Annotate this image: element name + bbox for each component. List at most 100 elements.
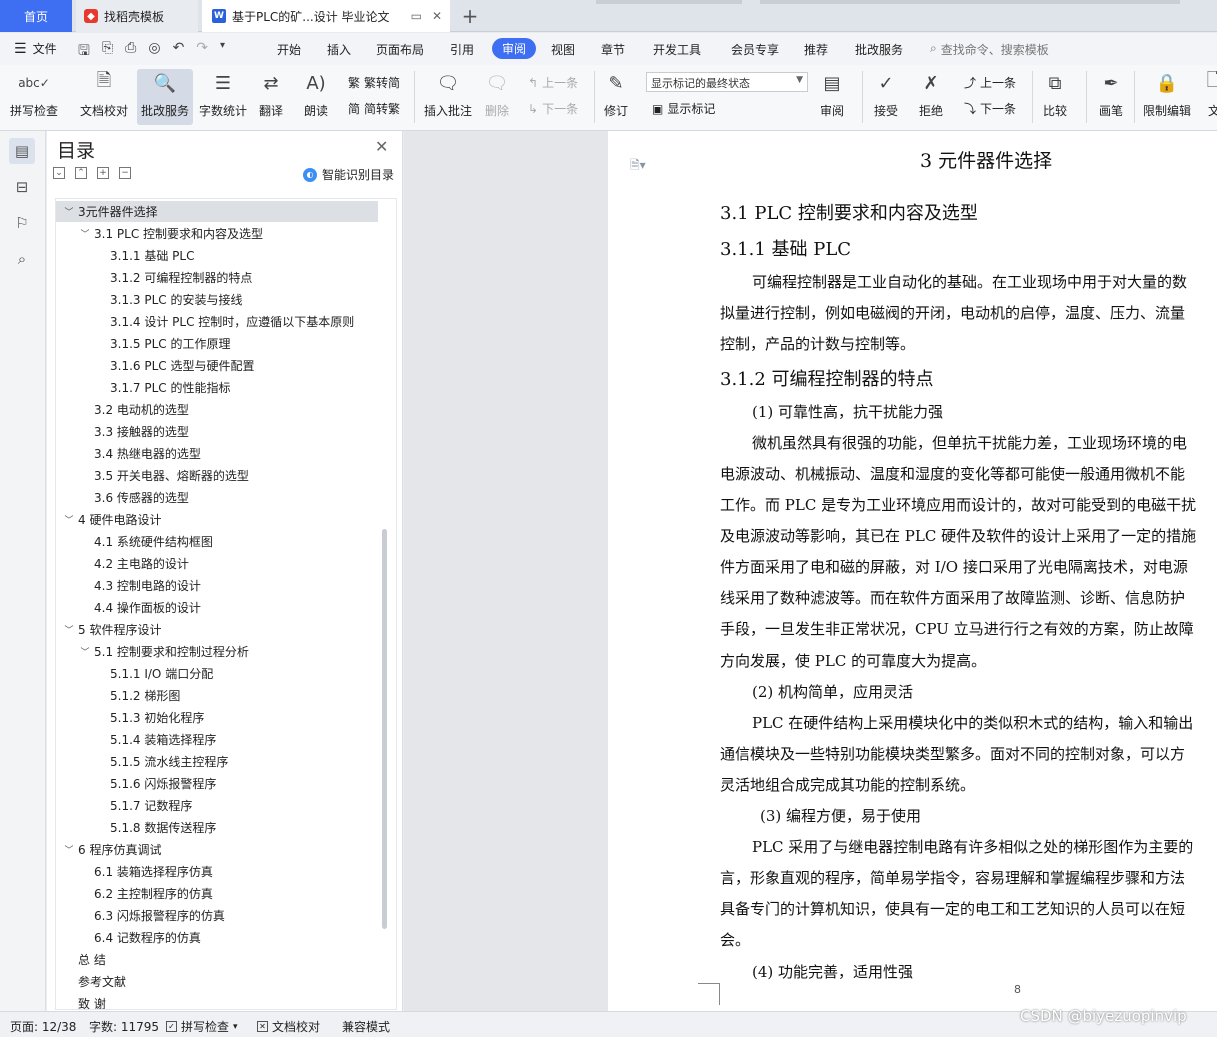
word-count-button[interactable]: ☰ 字数统计	[199, 69, 247, 119]
chevron-down-icon[interactable]: ﹀	[78, 227, 92, 240]
toc-item[interactable]: 参考文献	[56, 971, 378, 992]
toc-item[interactable]: 5.1.6 闪烁报警程序	[56, 773, 378, 794]
toc-item[interactable]: 4.4 操作面板的设计	[56, 597, 378, 618]
menu-page-layout[interactable]: 页面布局	[376, 41, 424, 58]
toc-item[interactable]: 3.1.3 PLC 的安装与接线	[56, 289, 378, 310]
menu-insert[interactable]: 插入	[327, 41, 351, 58]
insert-comment-button[interactable]: 🗨 插入批注	[424, 69, 472, 119]
read-aloud-button[interactable]: A) 朗读	[302, 69, 330, 119]
tab-pin-icon[interactable]: ▭	[411, 9, 422, 23]
toc-item[interactable]: ﹀ 3元件器件选择	[56, 201, 378, 222]
save-icon[interactable]: 🖫	[78, 40, 90, 64]
chevron-down-icon[interactable]: ﹀	[62, 513, 76, 526]
status-spell-check[interactable]: ✓ 拼写检查 ▾	[166, 1018, 238, 1035]
tab-close-icon[interactable]: ✕	[432, 9, 442, 23]
toc-item[interactable]: 3.6 传感器的选型	[56, 487, 378, 508]
smart-toc-button[interactable]: ◐ 智能识别目录	[303, 166, 394, 183]
toc-item[interactable]: 5.1.7 记数程序	[56, 795, 378, 816]
toc-item[interactable]: 3.5 开关电器、熔断器的选型	[56, 465, 378, 486]
translate-button[interactable]: ⇄ 翻译	[257, 69, 285, 119]
toc-item[interactable]: 5.1.3 初始化程序	[56, 707, 378, 728]
tab-template[interactable]: ◆ 找稻壳模板	[76, 0, 198, 32]
expand-all-icon[interactable]: ⌃	[75, 167, 87, 179]
close-icon[interactable]: ✕	[375, 137, 388, 156]
accept-button[interactable]: ✓ 接受	[872, 69, 900, 119]
chevron-down-icon[interactable]: ﹀	[62, 623, 76, 636]
delete-comment-button[interactable]: 🗨 删除	[483, 69, 511, 119]
toc-item[interactable]: ﹀ 5.1 控制要求和控制过程分析	[56, 641, 378, 662]
doc-proof-button[interactable]: 🗎 文档校对	[80, 69, 128, 119]
toc-item[interactable]: 6.2 主控制程序的仿真	[56, 883, 378, 904]
trad-to-simp-button[interactable]: 繁 繁转简	[348, 74, 400, 91]
spell-check-button[interactable]: abc✓ 拼写检查	[10, 69, 58, 119]
status-doc-proof[interactable]: ✕ 文档校对	[257, 1018, 320, 1035]
toc-item[interactable]: 5.1.4 装箱选择程序	[56, 729, 378, 750]
toc-item[interactable]: 3.1.1 基础 PLC	[56, 245, 378, 266]
command-search[interactable]: ⌕ 查找命令、搜索模板	[930, 41, 1049, 58]
toc-item[interactable]: 3.1.7 PLC 的性能指标	[56, 377, 378, 398]
menu-start[interactable]: 开始	[277, 41, 301, 58]
toc-item[interactable]: ﹀ 5 软件程序设计	[56, 619, 378, 640]
document-more-button[interactable]: 🗋 文	[1200, 69, 1217, 119]
toc-item[interactable]: 3.1.2 可编程控制器的特点	[56, 267, 378, 288]
chevron-down-icon[interactable]: ﹀	[62, 205, 76, 218]
toc-item[interactable]: 4.3 控制电路的设计	[56, 575, 378, 596]
toc-item[interactable]: 6.1 装箱选择程序仿真	[56, 861, 378, 882]
toc-item[interactable]: 5.1.8 数据传送程序	[56, 817, 378, 838]
toc-scrollbar[interactable]	[382, 529, 387, 929]
menu-review-service[interactable]: 批改服务	[855, 41, 903, 58]
collapse-all-icon[interactable]: ⌄	[53, 167, 65, 179]
menu-view[interactable]: 视图	[551, 41, 575, 58]
toc-item[interactable]: 3.1.6 PLC 选型与硬件配置	[56, 355, 378, 376]
toc-view-icon[interactable]: ▤	[9, 138, 35, 164]
menu-chapter[interactable]: 章节	[601, 41, 625, 58]
next-change-button[interactable]: ⤵ 下一条	[964, 100, 1016, 117]
new-tab-button[interactable]: +	[456, 0, 484, 32]
toc-item[interactable]: 3.1.4 设计 PLC 控制时，应遵循以下基本原则	[56, 311, 378, 332]
document-view-icon[interactable]: 🗎▾	[630, 156, 646, 177]
undo-icon[interactable]: ↶	[173, 40, 185, 64]
export-icon[interactable]: ⎘	[102, 40, 113, 64]
toc-item[interactable]: 致 谢	[56, 993, 378, 1009]
page-indicator[interactable]: 页面: 12/38	[10, 1018, 76, 1035]
document-page[interactable]: 🗎▾ 3 元件器件选择 3.1 PLC 控制要求和内容及选型 3.1.1 基础 …	[608, 131, 1217, 1011]
menu-member[interactable]: 会员专享	[731, 41, 779, 58]
add-heading-icon[interactable]: +	[97, 167, 109, 179]
toc-item[interactable]: 5.1.1 I/O 端口分配	[56, 663, 378, 684]
toc-item[interactable]: 3.3 接触器的选型	[56, 421, 378, 442]
chapter-nav-icon[interactable]: ⊟	[9, 174, 35, 200]
review-service-button[interactable]: 🔍 批改服务	[137, 69, 194, 125]
reject-button[interactable]: ✗ 拒绝	[917, 69, 945, 119]
toc-item[interactable]: ﹀ 4 硬件电路设计	[56, 509, 378, 530]
menu-references[interactable]: 引用	[450, 41, 474, 58]
toc-item[interactable]: 3.2 电动机的选型	[56, 399, 378, 420]
next-comment-button[interactable]: ↳ 下一条	[528, 100, 578, 117]
menu-review[interactable]: 审阅	[492, 38, 537, 59]
toc-item[interactable]: ﹀ 3.1 PLC 控制要求和内容及选型	[56, 223, 378, 244]
bookmark-icon[interactable]: ⚐	[9, 210, 35, 236]
remove-heading-icon[interactable]: −	[119, 167, 131, 179]
menu-recommend[interactable]: 推荐	[804, 41, 828, 58]
toc-item[interactable]: 6.3 闪烁报警程序的仿真	[56, 905, 378, 926]
tab-home[interactable]: 首页	[0, 0, 72, 32]
toc-item[interactable]: 总 结	[56, 949, 378, 970]
compare-button[interactable]: ⧉ 比较	[1041, 69, 1069, 119]
show-markup-button[interactable]: ▣ 显示标记	[652, 100, 715, 117]
toc-item[interactable]: ﹀ 6 程序仿真调试	[56, 839, 378, 860]
chevron-down-icon[interactable]: ﹀	[78, 645, 92, 658]
chevron-down-icon[interactable]: ▾	[220, 40, 225, 64]
simp-to-trad-button[interactable]: 简 简转繁	[348, 100, 400, 117]
toc-item[interactable]: 4.2 主电路的设计	[56, 553, 378, 574]
chevron-down-icon[interactable]: ﹀	[62, 843, 76, 856]
toc-item[interactable]: 3.1.5 PLC 的工作原理	[56, 333, 378, 354]
toc-item[interactable]: 3.4 热继电器的选型	[56, 443, 378, 464]
track-changes-button[interactable]: ✎ 修订	[602, 69, 630, 119]
markup-state-select[interactable]: 显示标记的最终状态 ▼	[646, 72, 808, 92]
prev-change-button[interactable]: ⤴ 上一条	[964, 74, 1016, 91]
prev-comment-button[interactable]: ↰ 上一条	[528, 74, 578, 91]
toc-item[interactable]: 5.1.5 流水线主控程序	[56, 751, 378, 772]
menu-developer[interactable]: 开发工具	[653, 41, 701, 58]
pen-button[interactable]: ✒ 画笔	[1097, 69, 1125, 119]
restrict-edit-button[interactable]: 🔒 限制编辑	[1143, 69, 1191, 119]
tab-document[interactable]: W 基于PLC的矿...设计 毕业论文 ▭ ✕	[202, 0, 450, 32]
